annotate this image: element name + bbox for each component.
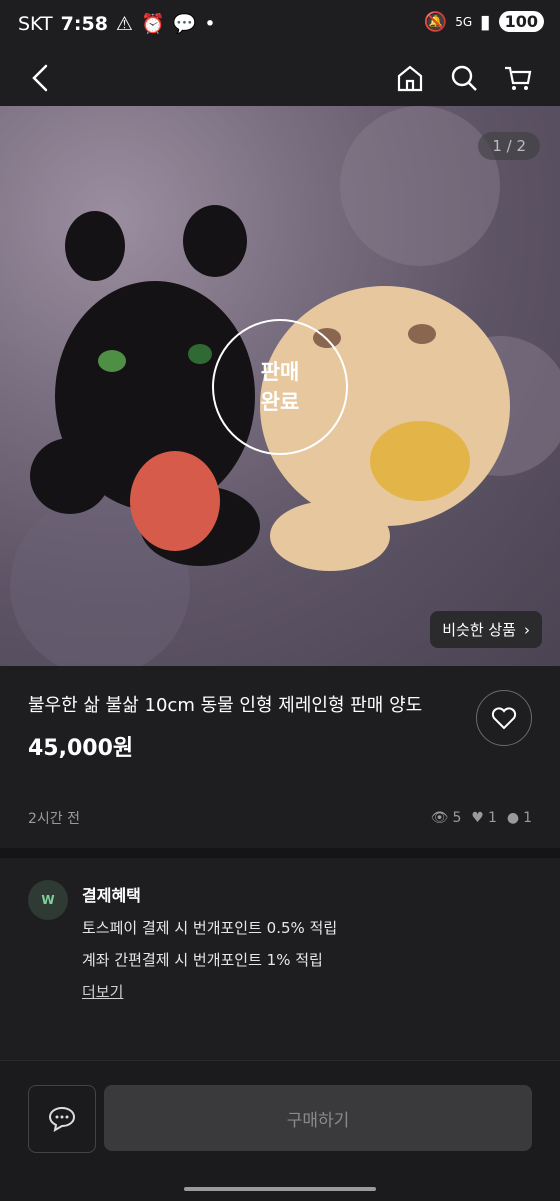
sold-out-badge: 판매 완료: [212, 319, 348, 455]
similar-items-button[interactable]: 비슷한 상품 ›: [430, 611, 542, 648]
likes-stat: ♥ 1: [471, 810, 496, 826]
likes-count: 1: [487, 810, 497, 826]
alarm-icon: ⏰: [140, 13, 165, 35]
warning-icon: ⚠: [115, 12, 133, 35]
dot-icon: •: [204, 12, 216, 35]
payment-benefit-icon-text: W: [41, 893, 55, 907]
mute-icon: 🔕: [423, 11, 448, 33]
section-divider: [0, 848, 560, 858]
benefit-line-account: 계좌 간편결제 시 번개포인트 1% 적립: [82, 951, 323, 969]
product-stats: 👁 5 ♥ 1 ● 1: [431, 810, 532, 826]
bottom-action-bar: 구매하기: [0, 1060, 560, 1201]
heart-outline-icon: [491, 707, 517, 730]
eye-icon: 👁: [430, 810, 449, 826]
similar-items-label: 비슷한 상품: [442, 621, 516, 639]
chat-icon: [48, 1106, 76, 1132]
cart-icon[interactable]: [498, 58, 538, 98]
photo-counter: 1 / 2: [478, 132, 540, 160]
chats-stat: ● 1: [507, 810, 532, 826]
heart-icon: ♥: [471, 810, 484, 826]
carrier-label: SKT: [18, 12, 53, 35]
chat-button[interactable]: [28, 1085, 96, 1153]
buy-button[interactable]: 구매하기: [104, 1085, 532, 1151]
clipped-next-section: [28, 1046, 532, 1060]
product-price: 45,000원: [28, 736, 134, 761]
time-label: 7:58: [60, 12, 108, 35]
battery-badge: 100: [498, 11, 544, 32]
sold-label-line2: 완료: [260, 390, 300, 414]
back-icon[interactable]: [20, 58, 60, 98]
like-button[interactable]: [476, 690, 532, 746]
chevron-right-icon: ›: [524, 620, 530, 639]
home-icon[interactable]: [390, 58, 430, 98]
more-link[interactable]: 더보기: [82, 976, 532, 1008]
product-meta: 2시간 전 👁 5 ♥ 1 ● 1: [28, 808, 532, 828]
status-bar: SKT 7:58 ⚠ ⏰ 💬 • 🔕 5G ▮ 100: [0, 0, 560, 50]
benefit-line-toss: 토스페이 결제 시 번개포인트 0.5% 적립: [82, 919, 338, 937]
views-count: 5: [452, 810, 462, 826]
top-navigation: [0, 50, 560, 105]
talk-icon: 💬: [172, 13, 197, 35]
product-photo[interactable]: 1 / 2 판매 완료 비슷한 상품 ›: [0, 106, 560, 666]
home-indicator: [184, 1187, 376, 1191]
benefit-title: 결제혜택: [82, 886, 141, 905]
sold-label-line1: 판매: [260, 360, 300, 384]
product-info: 불우한 삶 불삶 10cm 동물 인형 제레인형 판매 양도 45,000원: [28, 690, 448, 762]
chats-count: 1: [523, 810, 532, 826]
signal-icon: ▮: [480, 10, 491, 33]
posted-time: 2시간 전: [28, 811, 80, 827]
chat-bubble-icon: ●: [506, 810, 520, 826]
network-label: 5G: [455, 14, 473, 29]
search-icon[interactable]: [444, 58, 484, 98]
product-title: 불우한 삶 불삶 10cm 동물 인형 제레인형 판매 양도: [28, 695, 423, 716]
payment-benefit-icon: W: [28, 880, 68, 920]
payment-benefit-section: W 결제혜택 토스페이 결제 시 번개포인트 0.5% 적립 계좌 간편결제 시…: [28, 880, 532, 1008]
views-stat: 👁 5: [431, 810, 462, 826]
